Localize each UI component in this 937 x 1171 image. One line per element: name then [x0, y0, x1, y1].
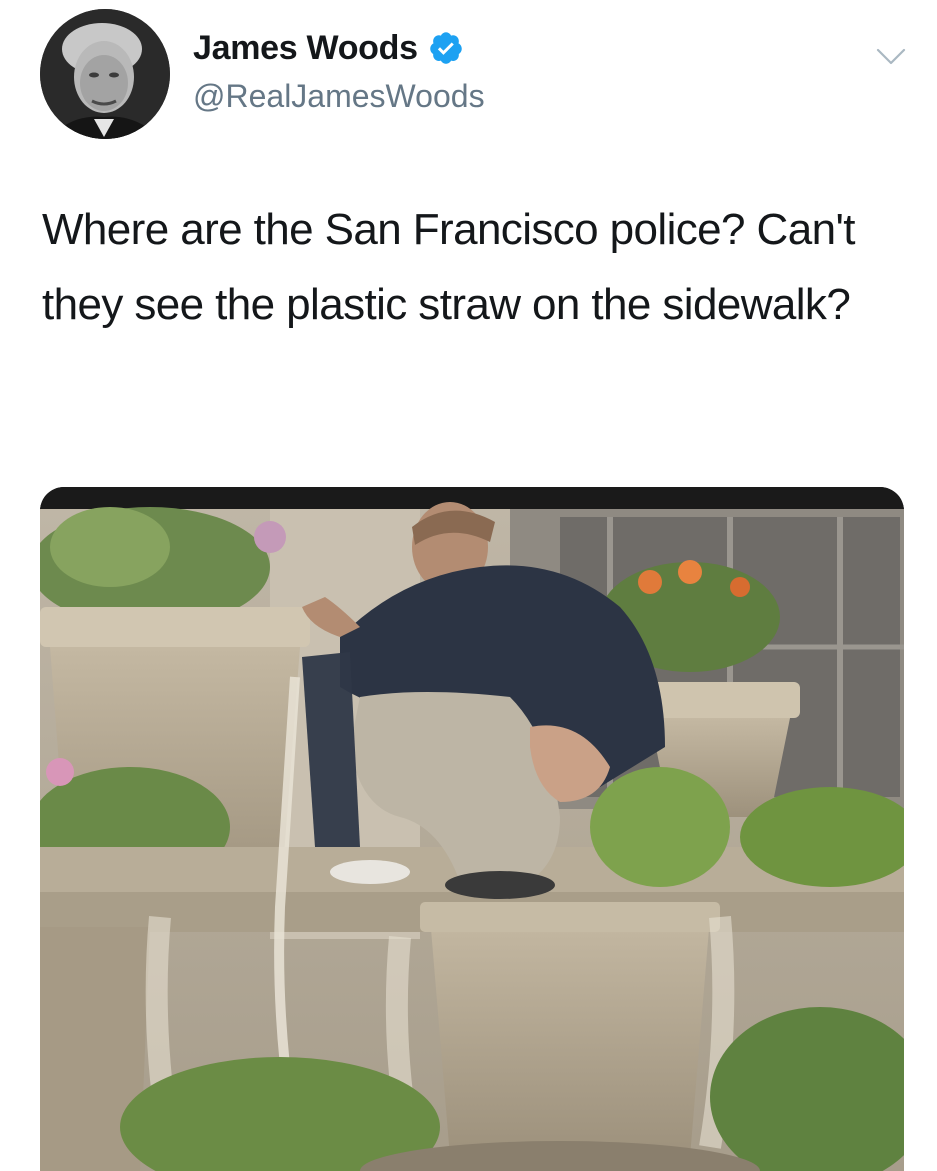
tweet-media[interactable] — [40, 487, 904, 1171]
author-name-row[interactable]: James Woods — [193, 28, 464, 68]
tweet-card: James Woods @RealJamesWoods Where are th… — [0, 0, 937, 1171]
media-photo — [40, 487, 904, 1171]
author-display-name: James Woods — [193, 29, 418, 67]
author-handle[interactable]: @RealJamesWoods — [193, 76, 485, 116]
tweet-menu-button[interactable] — [866, 36, 916, 76]
verified-badge-icon — [428, 30, 464, 66]
chevron-down-icon — [876, 48, 906, 65]
author-avatar[interactable] — [40, 9, 170, 139]
tweet-text: Where are the San Francisco police? Can'… — [42, 205, 855, 329]
avatar-photo — [40, 9, 170, 139]
